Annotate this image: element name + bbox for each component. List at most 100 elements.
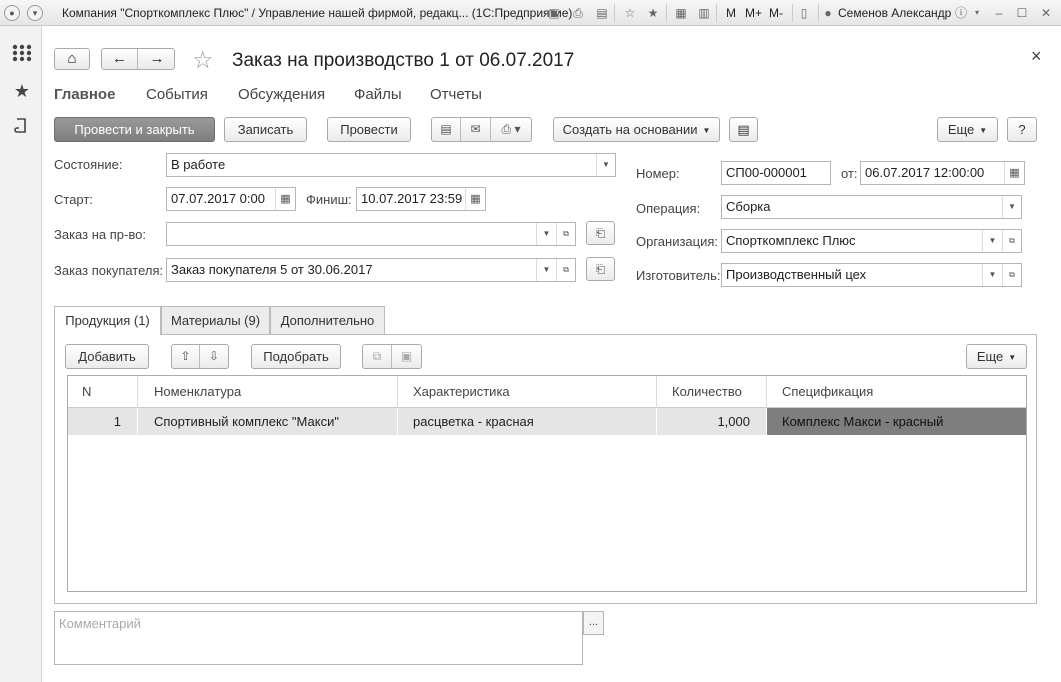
pick-button[interactable]: Подобрать bbox=[251, 344, 341, 369]
number-field[interactable]: СП00-000001 bbox=[721, 161, 831, 185]
chevron-down-icon[interactable]: ▼ bbox=[536, 259, 556, 281]
app-menu-icon[interactable]: ● bbox=[4, 5, 20, 21]
save-icon[interactable]: ▣ bbox=[546, 5, 562, 21]
calendar-icon[interactable]: ▦ bbox=[1004, 162, 1024, 184]
chevron-down-icon[interactable]: ▼ bbox=[536, 223, 556, 245]
memory-button-m[interactable]: M bbox=[726, 6, 736, 20]
minimize-icon[interactable]: – bbox=[991, 5, 1007, 21]
section-discussions[interactable]: Обсуждения bbox=[238, 86, 325, 103]
column-header-quantity[interactable]: Количество bbox=[657, 376, 767, 408]
post-button[interactable]: Провести bbox=[327, 117, 411, 142]
menu-grid-icon[interactable] bbox=[11, 42, 33, 64]
document-date-field[interactable]: 06.07.2017 12:00:00 ▦ bbox=[860, 161, 1025, 185]
more-button[interactable]: Еще ▼ bbox=[937, 117, 998, 142]
tab-products[interactable]: Продукция (1) bbox=[54, 306, 161, 335]
column-header-specification[interactable]: Спецификация bbox=[767, 376, 1026, 408]
calendar-icon[interactable]: ▥ bbox=[696, 5, 712, 21]
cell-item[interactable]: Спортивный комплекс "Макси" bbox=[138, 408, 398, 435]
products-table: N Номенклатура Характеристика Количество… bbox=[67, 375, 1027, 592]
tab-materials[interactable]: Материалы (9) bbox=[161, 306, 270, 334]
save-button[interactable]: Записать bbox=[224, 117, 307, 142]
move-up-icon[interactable]: ⇧ bbox=[172, 345, 200, 368]
table-row[interactable]: 1 Спортивный комплекс "Макси" расцветка … bbox=[68, 408, 1026, 435]
operation-field[interactable]: Сборка ▼ bbox=[721, 195, 1022, 219]
home-button[interactable]: ⌂ bbox=[54, 48, 90, 70]
cell-characteristic[interactable]: расцветка - красная bbox=[398, 408, 657, 435]
fill-icon[interactable]: ⎗ bbox=[586, 257, 615, 281]
cell-specification[interactable]: Комплекс Макси - красный bbox=[767, 408, 1026, 435]
organization-field[interactable]: Спорткомплекс Плюс ▼ ⧉ bbox=[721, 229, 1022, 253]
chevron-down-icon[interactable]: ▾ bbox=[969, 5, 985, 21]
page-title: Заказ на производство 1 от 06.07.2017 bbox=[232, 50, 575, 71]
print-dropdown-icon[interactable]: ⎙ ▾ bbox=[491, 118, 531, 141]
info-icon[interactable]: ⓘ bbox=[953, 5, 969, 21]
calendar-icon[interactable]: ▦ bbox=[275, 188, 295, 210]
close-icon[interactable]: × bbox=[1031, 46, 1042, 67]
organization-label: Организация: bbox=[636, 234, 719, 249]
comment-edit-button[interactable]: ... bbox=[583, 611, 604, 635]
sections-panel: ★ bbox=[0, 26, 42, 682]
state-field[interactable]: В работе ▼ bbox=[166, 153, 616, 177]
history-icon[interactable] bbox=[11, 116, 33, 138]
production-order-field[interactable]: ▼ ⧉ bbox=[166, 222, 576, 246]
chevron-down-icon[interactable]: ▼ bbox=[1002, 196, 1021, 218]
favorites-icon[interactable]: ★ bbox=[645, 5, 661, 21]
open-icon[interactable]: ⧉ bbox=[556, 223, 575, 245]
chevron-down-icon[interactable]: ▼ bbox=[982, 230, 1002, 252]
chevron-down-icon[interactable]: ▾ bbox=[27, 5, 43, 21]
open-icon[interactable]: ⧉ bbox=[1002, 230, 1021, 252]
document-icon[interactable]: ▤ bbox=[432, 118, 461, 141]
move-down-icon[interactable]: ⇩ bbox=[200, 345, 228, 368]
close-window-icon[interactable]: ✕ bbox=[1038, 5, 1054, 21]
report-icon[interactable]: ▤ bbox=[729, 117, 758, 142]
user-name[interactable]: Семенов Александр bbox=[838, 6, 951, 20]
open-icon[interactable]: ⧉ bbox=[1002, 264, 1021, 286]
finish-date-field[interactable]: 10.07.2017 23:59 ▦ bbox=[356, 187, 486, 211]
cell-n[interactable]: 1 bbox=[68, 408, 138, 435]
copy-icon[interactable]: ⧉ bbox=[363, 345, 392, 368]
column-header-n[interactable]: N bbox=[68, 376, 138, 408]
production-order-label: Заказ на пр-во: bbox=[54, 227, 146, 242]
column-header-characteristic[interactable]: Характеристика bbox=[398, 376, 657, 408]
create-based-on-button[interactable]: Создать на основании ▼ bbox=[553, 117, 720, 142]
add-button[interactable]: Добавить bbox=[65, 344, 149, 369]
date-label: от: bbox=[841, 166, 858, 181]
start-label: Старт: bbox=[54, 192, 93, 207]
help-button[interactable]: ? bbox=[1007, 117, 1037, 142]
post-and-close-button[interactable]: Провести и закрыть bbox=[54, 117, 215, 142]
mail-icon[interactable]: ✉ bbox=[461, 118, 491, 141]
section-files[interactable]: Файлы bbox=[354, 86, 402, 103]
print-icon[interactable]: ⎙ bbox=[570, 5, 586, 21]
calculator-icon[interactable]: ▦ bbox=[673, 5, 689, 21]
comment-field[interactable]: Комментарий bbox=[54, 611, 583, 665]
calendar-icon[interactable]: ▦ bbox=[465, 188, 485, 210]
favorites-add-icon[interactable]: ☆ bbox=[622, 5, 638, 21]
chevron-down-icon[interactable]: ▼ bbox=[982, 264, 1002, 286]
memory-button-plus[interactable]: M+ bbox=[745, 6, 762, 20]
column-header-item[interactable]: Номенклатура bbox=[138, 376, 398, 408]
chevron-down-icon[interactable]: ▼ bbox=[596, 154, 615, 176]
back-arrow-icon[interactable]: ← bbox=[102, 49, 138, 69]
table-more-button[interactable]: Еще ▼ bbox=[966, 344, 1027, 369]
preview-icon[interactable]: ▤ bbox=[594, 5, 610, 21]
cell-quantity[interactable]: 1,000 bbox=[657, 408, 767, 435]
customer-order-field[interactable]: Заказ покупателя 5 от 30.06.2017 ▼ ⧉ bbox=[166, 258, 576, 282]
fill-icon[interactable]: ⎗ bbox=[586, 221, 615, 245]
section-events[interactable]: События bbox=[146, 86, 208, 103]
memory-button-minus[interactable]: M- bbox=[769, 6, 783, 20]
start-date-field[interactable]: 07.07.2017 0:00 ▦ bbox=[166, 187, 296, 211]
manufacturer-field[interactable]: Производственный цех ▼ ⧉ bbox=[721, 263, 1022, 287]
section-main[interactable]: Главное bbox=[54, 86, 115, 103]
table-header: N Номенклатура Характеристика Количество… bbox=[68, 376, 1026, 408]
open-icon[interactable]: ⧉ bbox=[556, 259, 575, 281]
manufacturer-label: Изготовитель: bbox=[636, 268, 721, 283]
panels-icon[interactable]: ▯ bbox=[796, 5, 812, 21]
favorites-star-icon[interactable]: ★ bbox=[11, 80, 33, 102]
forward-arrow-icon[interactable]: → bbox=[139, 49, 175, 69]
section-reports[interactable]: Отчеты bbox=[430, 86, 482, 103]
number-label: Номер: bbox=[636, 166, 680, 181]
tab-additional[interactable]: Дополнительно bbox=[270, 306, 385, 334]
maximize-icon[interactable]: ☐ bbox=[1014, 5, 1030, 21]
favorite-star-icon[interactable]: ☆ bbox=[192, 46, 214, 75]
paste-icon[interactable]: ▣ bbox=[392, 345, 421, 368]
